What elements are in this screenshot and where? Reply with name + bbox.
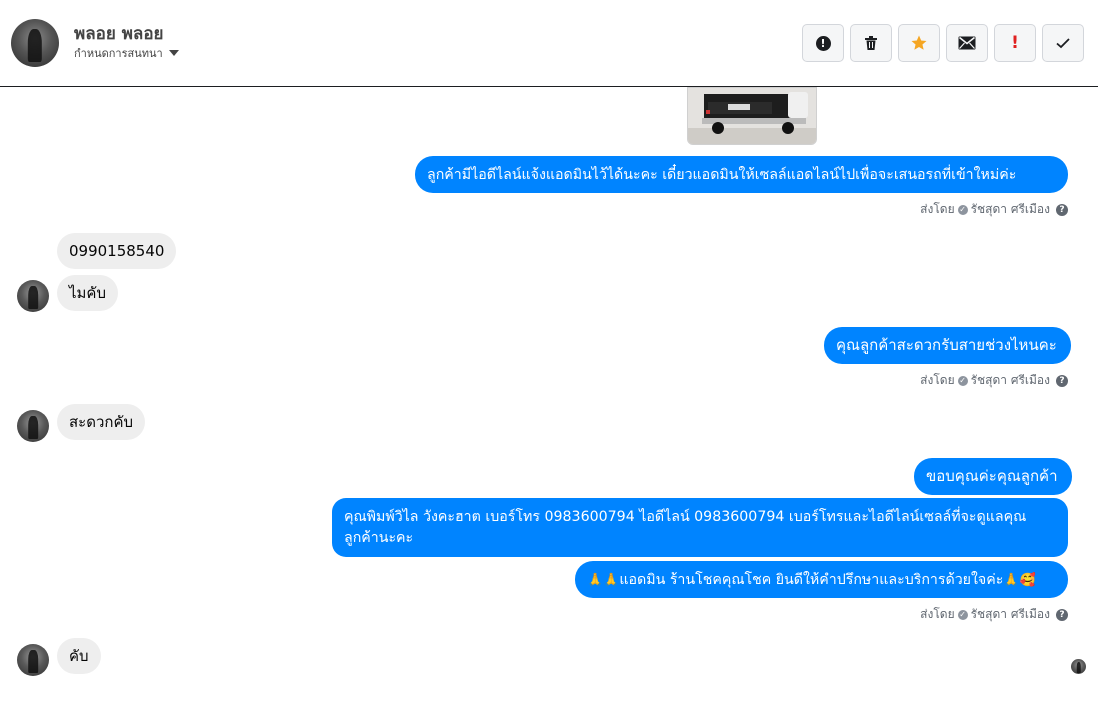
contact-avatar-small xyxy=(17,644,49,676)
checkmark-icon xyxy=(1056,38,1070,49)
sent-by-prefix: ส่งโดย xyxy=(920,607,955,621)
message-text: 0990158540 xyxy=(69,242,165,260)
exclamation-icon: ! xyxy=(1011,33,1019,53)
sent-by-name[interactable]: รัชสุดา ศรีเมือง xyxy=(971,371,1050,390)
sent-by-name[interactable]: รัชสุดา ศรีเมือง xyxy=(971,605,1050,624)
sent-by-name[interactable]: รัชสุดา ศรีเมือง xyxy=(971,200,1050,219)
caret-down-icon xyxy=(168,50,179,56)
mark-important-button[interactable]: ! xyxy=(994,24,1036,62)
message-text: ขอบคุณค่ะคุณลูกค้า xyxy=(926,467,1058,485)
contact-avatar-small xyxy=(17,280,49,312)
sent-image-thumbnail[interactable] xyxy=(687,87,817,145)
truck-image xyxy=(688,88,816,144)
conversation-header: พลอย พลอย กำหนดการสนทนา ! ! xyxy=(0,0,1098,87)
verified-icon: ✓ xyxy=(957,375,968,386)
outgoing-message[interactable]: 🙏🙏แอดมิน ร้านโชคคุณโชค ยินดีให้คำปรึกษาแ… xyxy=(575,561,1068,598)
incoming-message[interactable]: ไมคับ xyxy=(57,275,118,311)
sent-by-prefix: ส่งโดย xyxy=(920,373,955,387)
contact-name[interactable]: พลอย พลอย xyxy=(74,20,164,47)
mark-spam-button[interactable]: ! xyxy=(802,24,844,62)
sent-by-meta: ส่งโดย ✓ รัชสุดา ศรีเมือง ? xyxy=(920,200,1068,219)
assign-label: กำหนดการสนทนา xyxy=(74,47,163,60)
sent-by-meta: ส่งโดย ✓ รัชสุดา ศรีเมือง ? xyxy=(920,605,1068,624)
mark-done-button[interactable] xyxy=(1042,24,1084,62)
outgoing-message[interactable]: คุณลูกค้าสะดวกรับสายช่วงไหนคะ xyxy=(824,327,1071,364)
incoming-message[interactable]: 0990158540 xyxy=(57,233,177,269)
verified-icon: ✓ xyxy=(957,609,968,620)
incoming-message[interactable]: สะดวกคับ xyxy=(57,404,146,440)
message-text: คุณพิมพ์วิไล วังคะฮาต เบอร์โทร 098360079… xyxy=(344,509,1027,546)
verified-icon: ✓ xyxy=(957,204,968,215)
outgoing-message[interactable]: ขอบคุณค่ะคุณลูกค้า xyxy=(914,458,1072,495)
delete-button[interactable] xyxy=(850,24,892,62)
pray-emoji-icon: 🙏🙏 xyxy=(587,573,620,588)
contact-avatar-small xyxy=(17,410,49,442)
message-text: แอดมิน ร้านโชคคุณโชค ยินดีให้คำปรึกษาและ… xyxy=(619,572,1004,588)
sent-by-meta: ส่งโดย ✓ รัชสุดา ศรีเมือง ? xyxy=(920,371,1068,390)
assign-conversation-dropdown[interactable]: กำหนดการสนทนา xyxy=(74,44,179,62)
message-text: ลูกค้ามีไอดีไลน์แจ้งแอดมินไว้ได้นะคะ เดี… xyxy=(427,167,1017,183)
help-icon[interactable]: ? xyxy=(1056,203,1068,216)
star-icon xyxy=(911,35,927,50)
outgoing-message[interactable]: ลูกค้ามีไอดีไลน์แจ้งแอดมินไว้ได้นะคะ เดี… xyxy=(415,156,1068,193)
message-text: คับ xyxy=(69,647,89,665)
conversation-toolbar: ! ! xyxy=(802,24,1084,62)
envelope-icon xyxy=(958,36,976,50)
help-icon[interactable]: ? xyxy=(1056,608,1068,621)
star-button[interactable] xyxy=(898,24,940,62)
message-text: คุณลูกค้าสะดวกรับสายช่วงไหนคะ xyxy=(836,336,1057,354)
mark-unread-button[interactable] xyxy=(946,24,988,62)
outgoing-message[interactable]: คุณพิมพ์วิไล วังคะฮาต เบอร์โทร 098360079… xyxy=(332,498,1068,557)
love-emoji-icon: 🙏🥰 xyxy=(1003,573,1036,588)
incoming-message[interactable]: คับ xyxy=(57,638,101,674)
help-icon[interactable]: ? xyxy=(1056,374,1068,387)
message-text: ไมคับ xyxy=(69,284,106,302)
trash-icon xyxy=(865,36,877,50)
info-icon: ! xyxy=(815,35,831,51)
sent-by-prefix: ส่งโดย xyxy=(920,202,955,216)
contact-avatar[interactable] xyxy=(11,19,59,67)
seen-indicator-avatar xyxy=(1071,659,1086,674)
message-text: สะดวกคับ xyxy=(69,413,134,431)
